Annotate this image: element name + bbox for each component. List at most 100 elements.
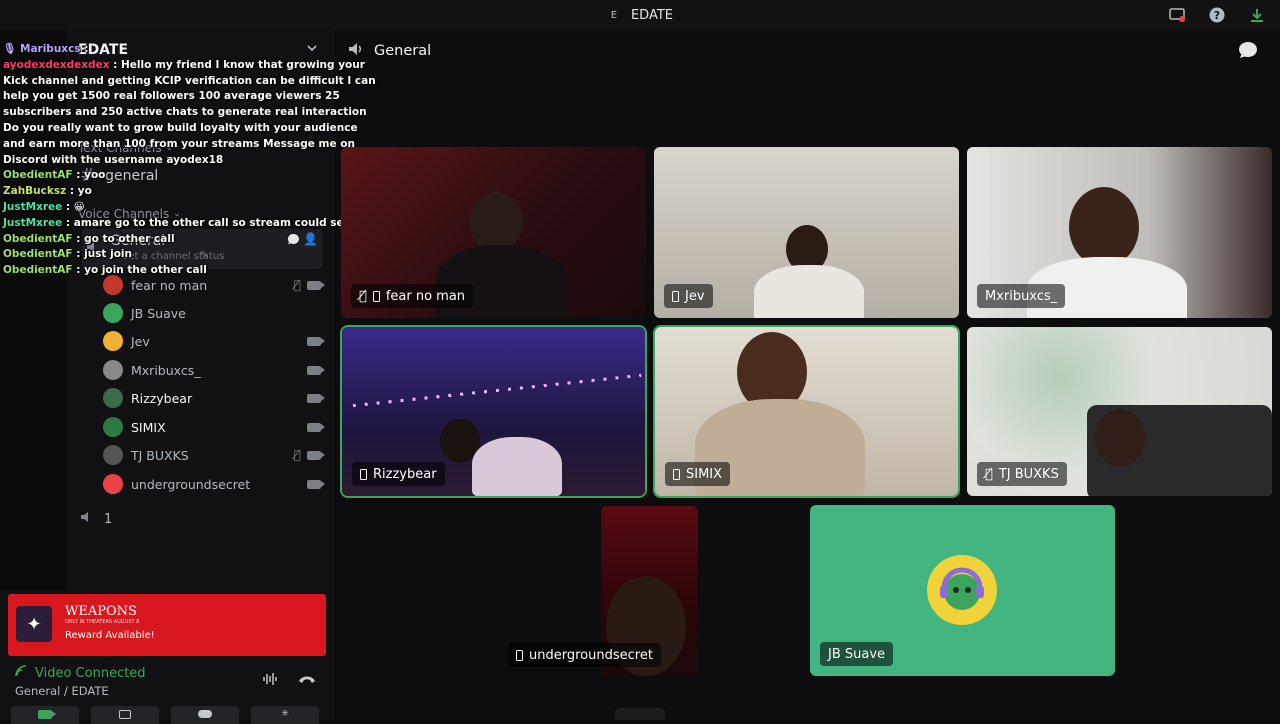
phone-icon bbox=[372, 290, 380, 302]
member-row[interactable]: Jev bbox=[103, 329, 325, 353]
chat-user: JustMxree bbox=[3, 216, 63, 229]
activity-button[interactable] bbox=[171, 706, 239, 724]
expand-controls-button[interactable] bbox=[615, 708, 665, 720]
phone-icon bbox=[672, 290, 679, 302]
avatar bbox=[103, 445, 123, 465]
avatar bbox=[927, 555, 997, 625]
participant-label: JB Suave bbox=[820, 642, 894, 666]
participant-name: SIMIX bbox=[686, 466, 723, 482]
chat-text: : 😀 bbox=[65, 200, 85, 213]
screen-share-button[interactable] bbox=[91, 706, 159, 724]
mic-muted-icon: 🎙̸ bbox=[293, 278, 301, 292]
chat-text: : just join bbox=[76, 248, 132, 261]
screen-share-icon[interactable] bbox=[1168, 6, 1186, 24]
chat-user: Maribuxcs bbox=[20, 43, 81, 55]
chat-message: ayodexdexdexdex : Hello my friend I know… bbox=[3, 58, 383, 169]
chat-text: : yo bbox=[69, 185, 92, 198]
chat-message: ObedientAF : yoo bbox=[3, 168, 393, 184]
voice-controls: ✳ bbox=[11, 706, 319, 724]
chat-user: ObedientAF bbox=[3, 248, 73, 261]
promo-subtitle: ONLY IN THEATERS AUGUST 8 bbox=[65, 619, 140, 625]
member-name: TJ BUXKS bbox=[131, 447, 189, 463]
video-icon bbox=[307, 393, 325, 403]
member-row[interactable]: JB Suave bbox=[103, 301, 321, 325]
avatar bbox=[103, 388, 123, 408]
phone-icon bbox=[673, 468, 680, 480]
video-tile[interactable]: 🎙̸ fear no man bbox=[341, 147, 646, 318]
promo-text: Reward Available! bbox=[65, 630, 155, 641]
mic-muted-icon: 🎙̸ bbox=[293, 448, 301, 462]
download-icon[interactable] bbox=[1248, 6, 1266, 24]
participant-label: Rizzybear bbox=[352, 462, 445, 486]
chat-user: JustMxree bbox=[3, 200, 63, 213]
avatar bbox=[103, 331, 123, 351]
participant-label: Jev bbox=[664, 284, 713, 308]
page-title: General bbox=[374, 43, 432, 59]
video-tile[interactable]: JB Suave bbox=[810, 505, 1115, 676]
chat-text: : yoo bbox=[76, 169, 106, 182]
promo-title: WEAPONS bbox=[65, 604, 137, 619]
member-name: SIMIX bbox=[131, 419, 166, 435]
chat-user: ZahBucksz bbox=[3, 185, 67, 198]
camera-button[interactable] bbox=[11, 706, 79, 724]
soundboard-button[interactable]: ✳ bbox=[251, 706, 319, 724]
avatar bbox=[103, 474, 123, 494]
member-row[interactable]: Mxribuxcs_ bbox=[103, 358, 325, 382]
member-name: fear no man bbox=[131, 277, 208, 293]
chat-icon[interactable] bbox=[1238, 41, 1258, 63]
phone-icon bbox=[360, 468, 367, 480]
chat-message: JustMxree : amare go to the other call s… bbox=[3, 216, 393, 232]
avatar bbox=[103, 417, 123, 437]
participant-name: TJ BUXKS bbox=[998, 466, 1059, 482]
participant-name: Mxribuxcs_ bbox=[985, 288, 1058, 304]
video-tile[interactable]: Mxribuxcs_ bbox=[967, 147, 1272, 318]
chat-message: ObedientAF : go to other call bbox=[3, 232, 393, 248]
member-row[interactable]: SIMIX bbox=[103, 415, 325, 439]
voice-status: Video Connected General / EDATE bbox=[15, 665, 146, 698]
member-row[interactable]: Rizzybear bbox=[103, 386, 325, 410]
participant-name: undergroundsecret bbox=[529, 647, 653, 663]
chat-text: : bbox=[84, 43, 89, 55]
video-icon bbox=[307, 450, 325, 460]
signal-icon bbox=[15, 665, 29, 681]
chat-user: ObedientAF bbox=[3, 169, 73, 182]
server-badge: E bbox=[610, 9, 618, 21]
promo-banner[interactable]: ✦ WEAPONS ONLY IN THEATERS AUGUST 8 Rewa… bbox=[8, 594, 326, 656]
video-icon bbox=[307, 479, 325, 489]
video-icon bbox=[38, 710, 56, 719]
video-tile[interactable]: 🎙̸ TJ BUXKS bbox=[967, 327, 1272, 496]
video-icon bbox=[307, 336, 325, 346]
participant-name: Jev bbox=[685, 288, 705, 304]
mic-icon: 🎙 bbox=[3, 43, 17, 55]
video-tile[interactable]: SIMIX bbox=[655, 327, 958, 496]
participant-label: 🎙̸ fear no man bbox=[351, 284, 474, 308]
participant-name: JB Suave bbox=[828, 646, 886, 662]
voice-location[interactable]: General / EDATE bbox=[15, 684, 146, 698]
chat-message: ZahBucksz : yo bbox=[3, 184, 393, 200]
noise-suppression-icon[interactable] bbox=[262, 672, 278, 690]
speaker-icon bbox=[348, 41, 364, 61]
svg-text:?: ? bbox=[1214, 9, 1220, 22]
chat-text: : amare go to the other call so stream c… bbox=[65, 216, 351, 229]
stage-row[interactable]: 1 bbox=[80, 510, 112, 528]
avatar bbox=[103, 360, 123, 380]
member-name: Mxribuxcs_ bbox=[131, 362, 201, 378]
stream-chat-overlay: 🎙 Maribuxcs : ayodexdexdexdex : Hello my… bbox=[3, 42, 393, 279]
mic-muted-icon: 🎙̸ bbox=[985, 466, 993, 482]
participant-name: fear no man bbox=[385, 288, 466, 304]
chat-text: : go to other call bbox=[76, 232, 175, 245]
member-name: Rizzybear bbox=[131, 390, 193, 406]
member-row[interactable]: undergroundsecret bbox=[103, 472, 325, 496]
video-icon bbox=[307, 365, 325, 375]
member-row[interactable]: TJ BUXKS 🎙̸ bbox=[103, 443, 325, 467]
speaker-icon bbox=[80, 510, 94, 528]
disconnect-icon[interactable] bbox=[298, 672, 316, 690]
participant-label: 🎙̸ TJ BUXKS bbox=[977, 462, 1067, 486]
chat-user: ObedientAF bbox=[3, 264, 73, 277]
member-name: Jev bbox=[131, 333, 150, 349]
participant-label: Mxribuxcs_ bbox=[977, 284, 1066, 308]
help-icon[interactable]: ? bbox=[1208, 6, 1226, 24]
video-icon bbox=[307, 422, 325, 432]
video-tile[interactable]: Rizzybear bbox=[342, 327, 645, 496]
video-tile[interactable]: Jev bbox=[654, 147, 959, 318]
